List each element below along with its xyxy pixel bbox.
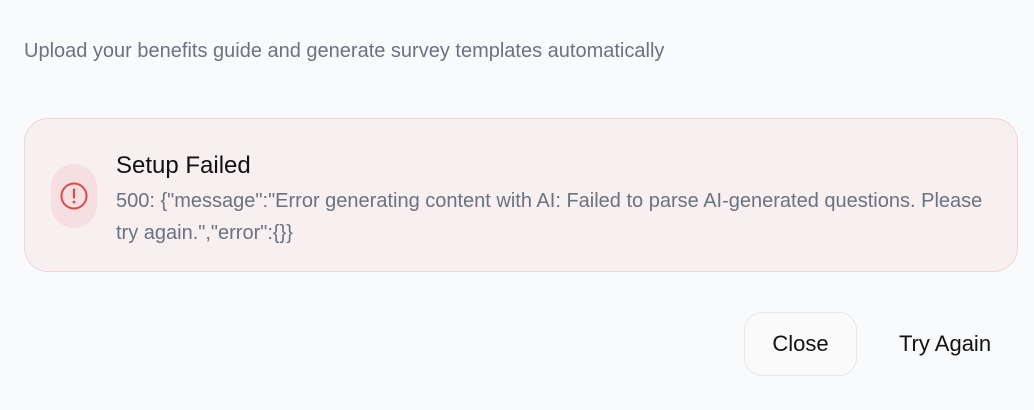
- alert-circle-icon: [60, 182, 88, 210]
- close-button[interactable]: Close: [744, 312, 857, 376]
- try-again-button[interactable]: Try Again: [876, 312, 1014, 376]
- alert-icon-badge: [51, 164, 97, 228]
- page-subtitle: Upload your benefits guide and generate …: [24, 40, 665, 62]
- error-message: 500: {"message":"Error generating conten…: [116, 190, 983, 244]
- error-alert: Setup Failed 500: {"message":"Error gene…: [24, 118, 1018, 272]
- error-title: Setup Failed: [116, 152, 251, 179]
